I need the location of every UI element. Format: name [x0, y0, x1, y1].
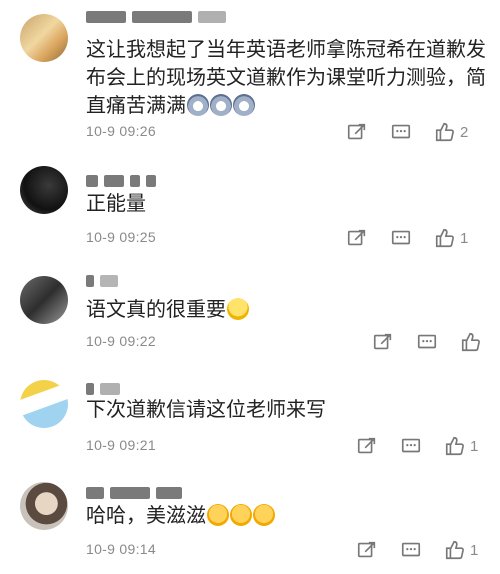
timestamp: 10-9 09:21	[86, 437, 156, 453]
comment-actions: 1	[346, 226, 486, 250]
share-button[interactable]	[356, 538, 378, 562]
timestamp: 10-9 09:25	[86, 229, 156, 245]
comment-text: 下次道歉信请这位老师来写	[86, 399, 326, 421]
comment-actions: 1	[356, 434, 486, 458]
avatar[interactable]	[20, 482, 68, 530]
comment-icon	[417, 334, 437, 349]
comment-item: 这让我想起了当年英语老师拿陈冠希在道歉发布会上的现场英文道歉作为课堂听力测验，简…	[0, 0, 500, 150]
shy-smile-icon	[253, 504, 275, 526]
comment-icon	[391, 124, 411, 139]
thumbs-up-icon	[435, 228, 454, 248]
comment-text: 语文真的很重要	[86, 296, 486, 324]
comment-item: 下次道歉信请这位老师来写 10-9 09:21 1	[0, 368, 500, 468]
thumbs-up-icon	[445, 540, 464, 560]
comment-item: 语文真的很重要 10-9 09:22	[0, 264, 500, 364]
like-button[interactable]: 1	[444, 538, 478, 562]
like-count: 1	[470, 437, 479, 455]
comment-button[interactable]	[416, 330, 438, 354]
comment-item: 正能量 10-9 09:25 1	[0, 160, 500, 260]
comment-actions: 1	[356, 538, 486, 562]
comment-button[interactable]	[400, 538, 422, 562]
dog-face-icon	[187, 94, 209, 116]
timestamp: 10-9 09:22	[86, 333, 156, 349]
share-button[interactable]	[356, 434, 378, 458]
username-blurred[interactable]	[86, 380, 126, 396]
username-blurred[interactable]	[86, 484, 188, 500]
like-count: 2	[460, 123, 469, 141]
like-button[interactable]: 1	[444, 434, 478, 458]
timestamp: 10-9 09:14	[86, 541, 156, 557]
like-button[interactable]: 1	[434, 226, 468, 250]
comment-button[interactable]	[400, 434, 422, 458]
share-icon	[373, 333, 392, 350]
thumbs-up-icon	[435, 122, 454, 142]
dog-face-icon	[210, 94, 232, 116]
comment-icon	[401, 438, 421, 453]
like-button[interactable]: 2	[434, 120, 468, 144]
comment-icon	[401, 542, 421, 557]
comment-text: 这让我想起了当年英语老师拿陈冠希在道歉发布会上的现场英文道歉作为课堂听力测验，简…	[86, 39, 486, 117]
dog-face-icon	[233, 94, 255, 116]
username-blurred[interactable]	[86, 8, 232, 24]
thumbs-up-icon	[445, 436, 464, 456]
username-blurred[interactable]	[86, 272, 124, 288]
share-icon	[347, 229, 366, 246]
avatar[interactable]	[20, 380, 68, 428]
avatar[interactable]	[20, 276, 68, 324]
comment-button[interactable]	[390, 226, 412, 250]
username-blurred[interactable]	[86, 172, 162, 188]
share-button[interactable]	[346, 120, 368, 144]
share-icon	[347, 123, 366, 140]
comment-text: 哈哈，美滋滋	[86, 502, 486, 530]
laughing-tears-icon	[227, 298, 249, 320]
comment-item: 哈哈，美滋滋 10-9 09:14 1	[0, 472, 500, 574]
share-icon	[357, 541, 376, 558]
comment-button[interactable]	[390, 120, 412, 144]
comment-icon	[391, 230, 411, 245]
comment-actions: 2	[346, 120, 486, 144]
share-icon	[357, 437, 376, 454]
share-button[interactable]	[372, 330, 394, 354]
comment-text: 正能量	[86, 193, 146, 215]
like-count: 1	[470, 541, 479, 559]
comment-actions	[372, 330, 486, 354]
shy-smile-icon	[230, 504, 252, 526]
share-button[interactable]	[346, 226, 368, 250]
shy-smile-icon	[207, 504, 229, 526]
like-count: 1	[460, 229, 469, 247]
like-button[interactable]	[460, 330, 486, 354]
thumbs-up-icon	[461, 332, 480, 352]
timestamp: 10-9 09:26	[86, 123, 156, 139]
avatar[interactable]	[20, 14, 68, 62]
avatar[interactable]	[20, 166, 68, 214]
